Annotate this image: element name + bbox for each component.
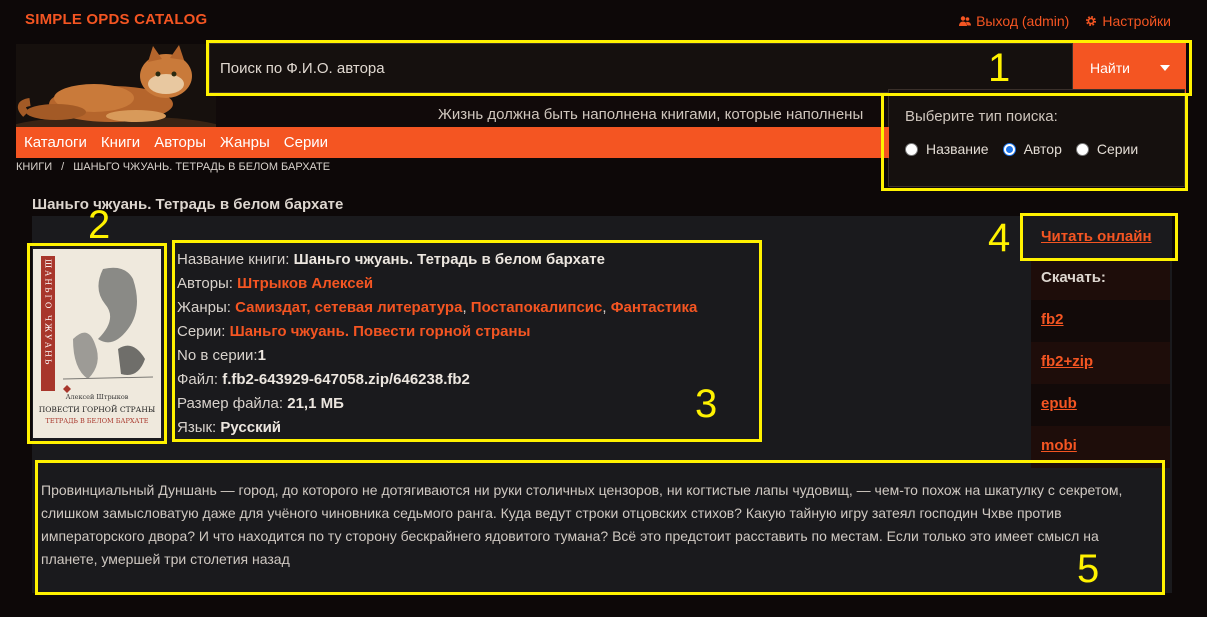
genre-link[interactable]: Постапокалипсис (471, 299, 603, 316)
label-lang: Язык: (177, 419, 217, 436)
search-box (209, 43, 1073, 93)
callout-number-3: 3 (695, 382, 718, 426)
breadcrumb: КНИГИ / ШАНЬГО ЧЖУАНЬ. ТЕТРАДЬ В БЕЛОМ Б… (16, 161, 330, 173)
label-authors: Авторы: (177, 275, 233, 292)
download-mobi-link[interactable]: mobi (1041, 437, 1077, 454)
download-fb2zip-link[interactable]: fb2+zip (1041, 353, 1093, 370)
main-nav: Каталоги Книги Авторы Жанры Серии (16, 127, 889, 158)
callout-number-2: 2 (88, 203, 111, 247)
radio-title-label: Название (926, 141, 989, 157)
detail-series: Серии: Шаньго чжуань. Повести горной стр… (177, 320, 697, 344)
label-name: Название книги: (177, 251, 290, 268)
radio-dot[interactable] (1075, 142, 1089, 156)
book-cover: ШАНЬГО ЧЖУАНЬ Алексей Штрыков ПОВЕСТИ ГО… (33, 249, 161, 438)
label-file: Файл: (177, 371, 219, 388)
download-fb2[interactable]: fb2 (1031, 300, 1170, 342)
search-button-label: Найти (1090, 60, 1130, 76)
cover-line2: ТЕТРАДЬ В БЕЛОМ БАРХАТЕ (46, 417, 149, 425)
callout-number-1: 1 (988, 46, 1011, 90)
nav-catalogs[interactable]: Каталоги (24, 134, 87, 151)
value-file: f.fb2-643929-647058.zip/646238.fb2 (222, 371, 470, 388)
cat-logo-image (16, 44, 216, 127)
search-bar: Найти (209, 43, 1186, 93)
value-number: 1 (257, 347, 266, 364)
settings-link[interactable]: Настройки (1085, 13, 1171, 29)
breadcrumb-separator: / (61, 161, 65, 173)
download-fb2zip[interactable]: fb2+zip (1031, 342, 1170, 384)
cover-vertical-title: ШАНЬГО ЧЖУАНЬ (44, 259, 53, 366)
chevron-down-icon[interactable] (1160, 65, 1170, 71)
download-label: Скачать: (1041, 269, 1106, 286)
logout-label: Выход (admin) (976, 13, 1070, 29)
cover-line1: ПОВЕСТИ ГОРНОЙ СТРАНЫ (39, 405, 156, 414)
search-type-title: Выберите тип поиска: (905, 108, 1058, 125)
label-number: No в серии: (177, 347, 258, 364)
detail-name: Название книги: Шаньго чжуань. Тетрадь в… (177, 248, 697, 272)
download-epub-link[interactable]: epub (1041, 395, 1077, 412)
genre-link[interactable]: Самиздат, сетевая литература (235, 299, 462, 316)
search-input[interactable] (220, 56, 1060, 80)
download-mobi[interactable]: mobi (1031, 426, 1170, 468)
cover-art: ШАНЬГО ЧЖУАНЬ Алексей Штрыков ПОВЕСТИ ГО… (33, 249, 161, 438)
detail-genres: Жанры: Самиздат, сетевая литература, Пос… (177, 299, 698, 316)
label-size: Размер файла: (177, 395, 284, 412)
nav-series[interactable]: Серии (284, 134, 328, 151)
gear-icon (1086, 16, 1097, 26)
breadcrumb-books[interactable]: КНИГИ (16, 161, 52, 173)
value-lang: Русский (220, 419, 282, 436)
download-header: Скачать: (1031, 258, 1170, 300)
users-icon (959, 16, 972, 26)
value-name: Шаньго чжуань. Тетрадь в белом бархате (293, 251, 605, 268)
search-type-dropdown: Выберите тип поиска: Название Автор Сери… (888, 89, 1185, 187)
book-details: Название книги: Шаньго чжуань. Тетрадь в… (177, 248, 697, 440)
genre-link[interactable]: Фантастика (611, 299, 698, 316)
book-annotation: Провинциальный Дуншань — город, до котор… (41, 482, 1123, 567)
detail-authors: Авторы: Штрыков Алексей (177, 272, 697, 296)
app-brand[interactable]: SIMPLE OPDS CATALOG (25, 11, 207, 28)
detail-lang: Язык: Русский (177, 416, 697, 440)
read-online-link[interactable]: Читать онлайн (1041, 228, 1152, 245)
cover-author: Алексей Штрыков (66, 393, 129, 401)
detail-number: No в серии:1 (177, 344, 697, 368)
radio-dot[interactable] (905, 142, 918, 156)
label-series: Серии: (177, 323, 226, 340)
label-genres: Жанры: (177, 299, 231, 316)
radio-author[interactable]: Автор (1002, 141, 1062, 157)
callout-number-4: 4 (988, 216, 1011, 260)
detail-file: Файл: f.fb2-643929-647058.zip/646238.fb2 (177, 368, 697, 392)
site-tagline: Жизнь должна быть наполнена книгами, кот… (438, 106, 864, 123)
top-links: Выход (admin) Настройки (959, 13, 1171, 29)
value-size: 21,1 МБ (287, 395, 344, 412)
download-fb2-link[interactable]: fb2 (1041, 311, 1064, 328)
download-epub[interactable]: epub (1031, 384, 1170, 426)
detail-size: Размер файла: 21,1 МБ (177, 392, 697, 416)
author-link[interactable]: Штрыков Алексей (237, 275, 373, 292)
series-link[interactable]: Шаньго чжуань. Повести горной страны (230, 323, 531, 340)
nav-books[interactable]: Книги (101, 134, 140, 151)
callout-number-5: 5 (1077, 547, 1100, 591)
nav-genres[interactable]: Жанры (220, 134, 270, 151)
radio-title[interactable]: Название (905, 141, 989, 157)
settings-label: Настройки (1102, 13, 1171, 29)
radio-dot-selected[interactable] (1002, 142, 1016, 156)
breadcrumb-current: ШАНЬГО ЧЖУАНЬ. ТЕТРАДЬ В БЕЛОМ БАРХАТЕ (73, 161, 331, 173)
page-title: Шаньго чжуань. Тетрадь в белом бархате (32, 196, 344, 213)
radio-series-label: Серии (1096, 141, 1139, 157)
search-button[interactable]: Найти (1073, 43, 1186, 93)
radio-series[interactable]: Серии (1075, 141, 1139, 157)
radio-author-label: Автор (1023, 141, 1062, 157)
logout-link[interactable]: Выход (admin) (959, 13, 1069, 29)
search-type-options: Название Автор Серии (905, 141, 1138, 157)
nav-authors[interactable]: Авторы (154, 134, 206, 151)
